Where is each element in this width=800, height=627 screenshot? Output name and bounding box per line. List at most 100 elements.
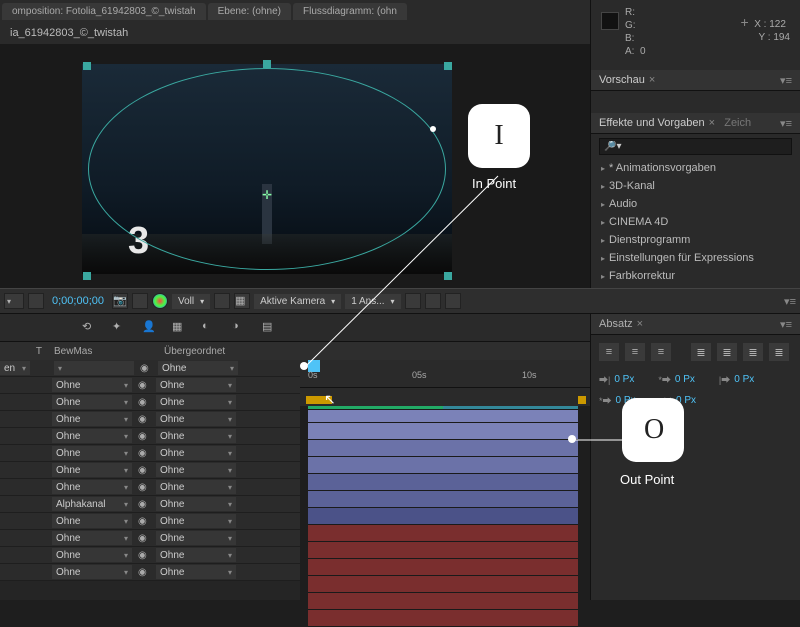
mask-handle[interactable] — [83, 62, 91, 70]
layer-mode-drop[interactable]: Ohne — [52, 412, 132, 426]
indent-right-field[interactable]: |⮕0 Px — [719, 373, 754, 386]
layer-row[interactable]: Ohne Ohne — [0, 394, 300, 411]
effects-search-input[interactable] — [599, 138, 792, 155]
layer-mode-drop[interactable]: Ohne — [52, 565, 132, 579]
track-bar[interactable] — [308, 410, 578, 423]
effect-item[interactable]: * Animationsvorgaben — [591, 159, 800, 177]
layer-row[interactable]: Ohne Ohne — [0, 377, 300, 394]
layer-mode-drop[interactable]: Ohne — [52, 378, 132, 392]
layer-parent-drop[interactable]: Ohne — [158, 361, 238, 375]
flussdiagramm-tab[interactable]: Flussdiagramm: (ohn — [293, 3, 407, 20]
effect-item[interactable]: 3D-Kanal — [591, 177, 800, 195]
track-bar[interactable] — [308, 593, 578, 610]
justify-all-button[interactable]: ≣ — [769, 343, 789, 361]
layer-mode-drop[interactable]: Ohne — [52, 429, 132, 443]
eye-icon[interactable] — [138, 447, 150, 459]
layer-row[interactable]: Alphakanal Ohne — [0, 496, 300, 513]
justify-right-button[interactable]: ≣ — [743, 343, 763, 361]
layer-row[interactable]: Ohne Ohne — [0, 445, 300, 462]
indent-left-field[interactable]: ⮕|0 Px — [599, 373, 634, 386]
eye-icon[interactable] — [138, 430, 150, 442]
toolbar-button[interactable] — [425, 293, 441, 309]
layer-parent-drop[interactable]: Ohne — [156, 548, 236, 562]
mask-handle[interactable] — [444, 62, 452, 70]
layer-mode-drop[interactable] — [54, 361, 134, 375]
layer-row[interactable]: en Ohne — [0, 360, 300, 377]
time-ruler[interactable]: 0s 05s 10s — [300, 360, 590, 388]
track-bar[interactable] — [308, 559, 578, 576]
indent-first-field[interactable]: *⮕0 Px — [658, 373, 695, 386]
eye-icon[interactable] — [138, 566, 150, 578]
layer-row[interactable]: Ohne Ohne — [0, 462, 300, 479]
ebene-tab[interactable]: Ebene: (ohne) — [208, 3, 291, 20]
layer-row[interactable]: Ohne Ohne — [0, 513, 300, 530]
views-select[interactable]: 1 Ans... — [345, 294, 400, 309]
tl-icon[interactable]: ▦ — [172, 320, 188, 336]
toolbar-button[interactable] — [214, 293, 230, 309]
layer-mode-drop[interactable]: Ohne — [52, 531, 132, 545]
track-bar[interactable] — [308, 457, 578, 474]
align-left-button[interactable]: ≡ — [599, 343, 619, 361]
tl-icon[interactable]: ◐ — [202, 320, 218, 336]
layer-mode-drop[interactable]: Ohne — [52, 463, 132, 477]
layer-mode-drop[interactable]: Alphakanal — [52, 497, 132, 511]
eye-icon[interactable] — [138, 464, 150, 476]
timeline-tracks[interactable]: 0s 05s 10s ↖ — [300, 360, 590, 600]
toolbar-button[interactable] — [445, 293, 461, 309]
snapshot-icon[interactable]: 📷 — [112, 293, 128, 309]
eye-icon[interactable] — [140, 362, 152, 374]
layer-row[interactable]: Ohne Ohne — [0, 411, 300, 428]
layer-mode-drop[interactable]: Ohne — [52, 446, 132, 460]
justify-center-button[interactable]: ≣ — [717, 343, 737, 361]
channels-icon[interactable] — [152, 293, 168, 309]
align-center-button[interactable]: ≡ — [625, 343, 645, 361]
tl-icon[interactable]: ▤ — [262, 320, 278, 336]
eye-icon[interactable] — [138, 515, 150, 527]
eye-icon[interactable] — [138, 396, 150, 408]
mask-handle[interactable] — [83, 272, 91, 280]
layer-mode-drop[interactable]: Ohne — [52, 395, 132, 409]
layer-parent-drop[interactable]: Ohne — [156, 446, 236, 460]
grid-icon[interactable]: ▦ — [234, 293, 250, 309]
close-icon[interactable]: × — [637, 318, 643, 330]
panel-menu-icon[interactable]: ▾≡ — [780, 117, 792, 130]
layer-row[interactable]: Ohne Ohne — [0, 479, 300, 496]
mask-handle[interactable] — [263, 60, 271, 68]
effect-item[interactable]: Farbkorrektur — [591, 267, 800, 285]
layer-row[interactable]: Ohne Ohne — [0, 564, 300, 581]
close-icon[interactable]: × — [649, 74, 655, 86]
effekte-panel-header[interactable]: Effekte und Vorgaben× Zeich ▾≡ — [591, 113, 800, 134]
layer-row[interactable]: Ohne Ohne — [0, 547, 300, 564]
track-bar[interactable] — [308, 542, 578, 559]
eye-icon[interactable] — [138, 549, 150, 561]
layer-parent-drop[interactable]: Ohne — [156, 531, 236, 545]
effect-item[interactable]: CINEMA 4D — [591, 213, 800, 231]
layer-row[interactable]: Ohne Ohne — [0, 428, 300, 445]
panel-menu-icon[interactable]: ▾≡ — [780, 74, 792, 87]
eye-icon[interactable] — [138, 379, 150, 391]
tl-icon[interactable]: 👤 — [142, 320, 158, 336]
vorschau-panel-header[interactable]: Vorschau× ▾≡ — [591, 70, 800, 91]
tl-icon[interactable]: ⟲ — [82, 320, 98, 336]
track-bar[interactable] — [308, 576, 578, 593]
panel-menu-icon[interactable]: ▾≡ — [784, 295, 796, 308]
track-bar[interactable] — [308, 423, 578, 440]
absatz-panel-header[interactable]: Absatz× ▾≡ — [591, 314, 800, 335]
tl-icon[interactable]: ◑ — [232, 320, 248, 336]
tl-icon[interactable]: ✦ — [112, 320, 128, 336]
work-area-handle[interactable] — [578, 396, 586, 404]
toolbar-button[interactable] — [132, 293, 148, 309]
effect-item[interactable]: Audio — [591, 195, 800, 213]
resolution-select[interactable]: Voll — [172, 294, 210, 309]
track-bar[interactable] — [308, 474, 578, 491]
layer-parent-drop[interactable]: Ohne — [156, 395, 236, 409]
track-bar[interactable] — [308, 525, 578, 542]
layer-parent-drop[interactable]: Ohne — [156, 378, 236, 392]
eye-icon[interactable] — [138, 413, 150, 425]
layer-parent-drop[interactable]: Ohne — [156, 514, 236, 528]
track-bar[interactable] — [308, 610, 578, 627]
layer-parent-drop[interactable]: Ohne — [156, 429, 236, 443]
track-bar[interactable] — [308, 440, 578, 457]
layer-mode-drop[interactable]: Ohne — [52, 548, 132, 562]
align-right-button[interactable]: ≡ — [651, 343, 671, 361]
